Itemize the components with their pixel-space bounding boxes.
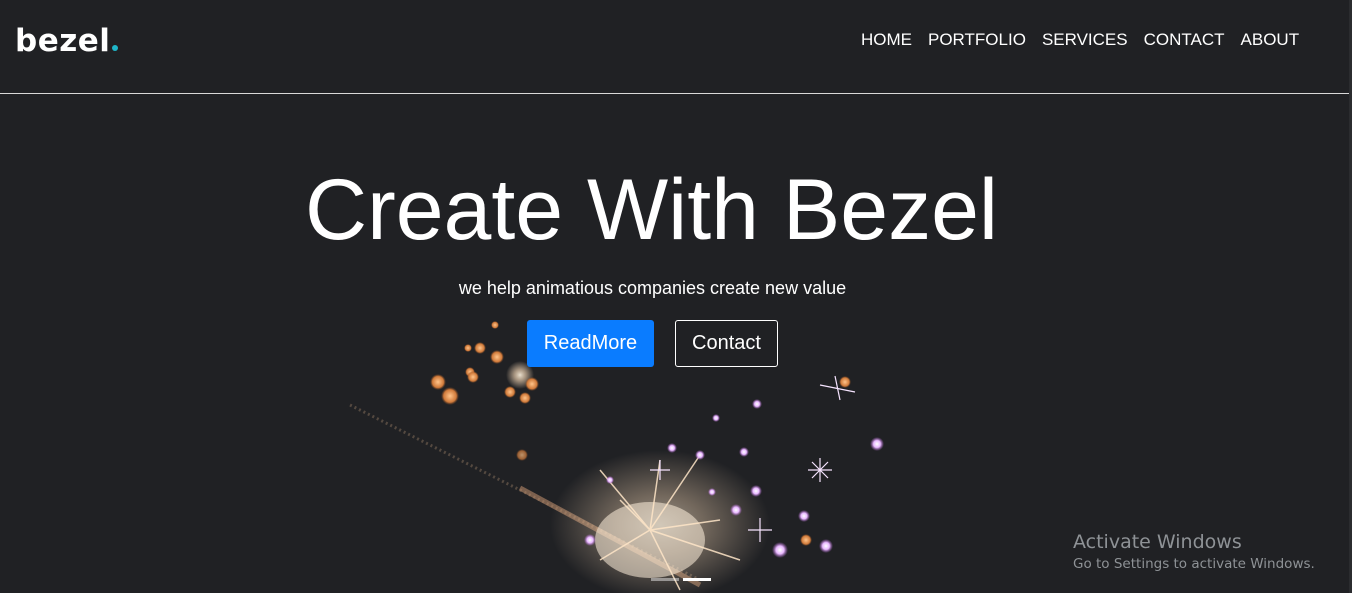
top-navbar: bezel HOME PORTFOLIO SERVICES CONTACT AB… [0, 0, 1349, 94]
activate-windows-watermark: Activate Windows Go to Settings to activ… [1073, 531, 1315, 575]
watermark-title: Activate Windows [1073, 531, 1242, 553]
nav-item-about[interactable]: ABOUT [1241, 30, 1300, 50]
carousel-indicator[interactable] [651, 578, 679, 581]
hero-title: Create With Bezel [304, 162, 999, 258]
contact-button[interactable]: Contact [675, 320, 778, 367]
nav-item-home[interactable]: HOME [861, 30, 912, 50]
watermark-subtitle: Go to Settings to activate Windows. [1073, 556, 1315, 572]
read-more-button[interactable]: ReadMore [527, 320, 654, 367]
nav-item-services[interactable]: SERVICES [1042, 30, 1128, 50]
landing-page: bezel HOME PORTFOLIO SERVICES CONTACT AB… [0, 0, 1352, 593]
hero-subtitle: we help animatious companies create new … [458, 278, 847, 298]
nav-item-contact[interactable]: CONTACT [1144, 30, 1225, 50]
brand-name: bezel [15, 23, 111, 59]
main-nav: HOME PORTFOLIO SERVICES CONTACT ABOUT [861, 30, 1299, 50]
carousel-indicators [651, 578, 711, 581]
brand-dot-icon [112, 45, 119, 51]
nav-item-portfolio[interactable]: PORTFOLIO [928, 30, 1026, 50]
carousel-indicator-active[interactable] [683, 578, 711, 581]
brand-logo[interactable]: bezel [15, 21, 119, 61]
